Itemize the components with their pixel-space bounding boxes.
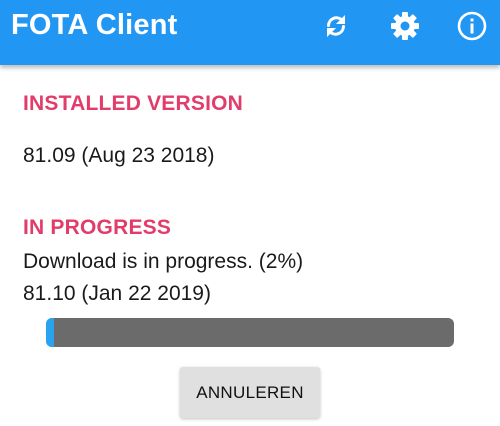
app-bar: FOTA Client [0, 0, 500, 65]
sync-icon[interactable] [320, 10, 352, 42]
download-progress-fill [46, 318, 55, 347]
cancel-button[interactable]: ANNULEREN [180, 367, 320, 418]
installed-version-heading: INSTALLED VERSION [23, 92, 244, 115]
info-icon[interactable] [456, 10, 488, 42]
download-status-text: Download is in progress. (2%) [23, 250, 304, 273]
in-progress-heading: IN PROGRESS [23, 216, 172, 239]
new-version-value: 81.10 (Jan 22 2019) [23, 282, 211, 305]
app-title: FOTA Client [11, 9, 178, 41]
download-progress-bar [46, 318, 454, 347]
gear-icon[interactable] [389, 10, 421, 42]
installed-version-value: 81.09 (Aug 23 2018) [23, 144, 215, 167]
